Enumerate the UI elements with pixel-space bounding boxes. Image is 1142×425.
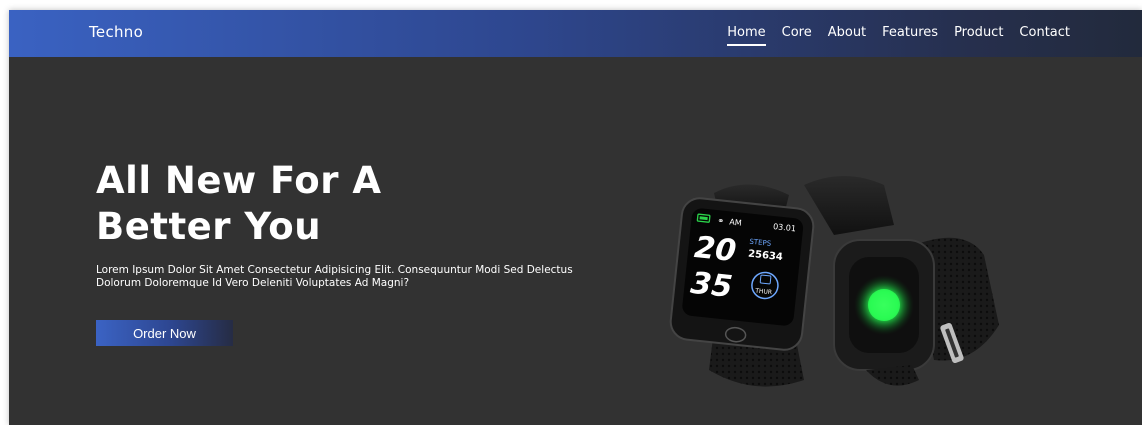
nav-link-product[interactable]: Product — [954, 24, 1003, 42]
svg-text:⚭: ⚭ — [717, 216, 725, 226]
page-frame: Techno Home Core About Features Product … — [9, 10, 1142, 425]
hero-description: Lorem Ipsum Dolor Sit Amet Consectetur A… — [96, 264, 573, 289]
rear-strap-top — [804, 176, 894, 235]
smartwatch-illustration: ⚭ AM 03.01 20 STEPS 25634 35 THUR — [669, 176, 999, 387]
watch-am-label: AM — [729, 217, 742, 227]
hero-title-line-2: Better You — [96, 205, 322, 248]
watch-minute: 35 — [689, 266, 734, 305]
nav-links: Home Core About Features Product Contact — [711, 24, 1070, 46]
smartwatch-image: ⚭ AM 03.01 20 STEPS 25634 35 THUR — [654, 165, 1014, 395]
order-now-button[interactable]: Order Now — [96, 320, 233, 346]
nav-link-features[interactable]: Features — [882, 24, 938, 42]
nav-link-core[interactable]: Core — [782, 24, 812, 42]
hero-title-line-1: All New For A — [96, 159, 382, 202]
hero-title: All New For A Better You — [96, 158, 516, 250]
nav-link-home[interactable]: Home — [727, 24, 767, 46]
navbar: Techno Home Core About Features Product … — [9, 10, 1142, 57]
nav-link-contact[interactable]: Contact — [1019, 24, 1070, 42]
watch-hour: 20 — [693, 230, 738, 269]
brand-logo[interactable]: Techno — [89, 23, 143, 41]
nav-link-about[interactable]: About — [828, 24, 866, 42]
